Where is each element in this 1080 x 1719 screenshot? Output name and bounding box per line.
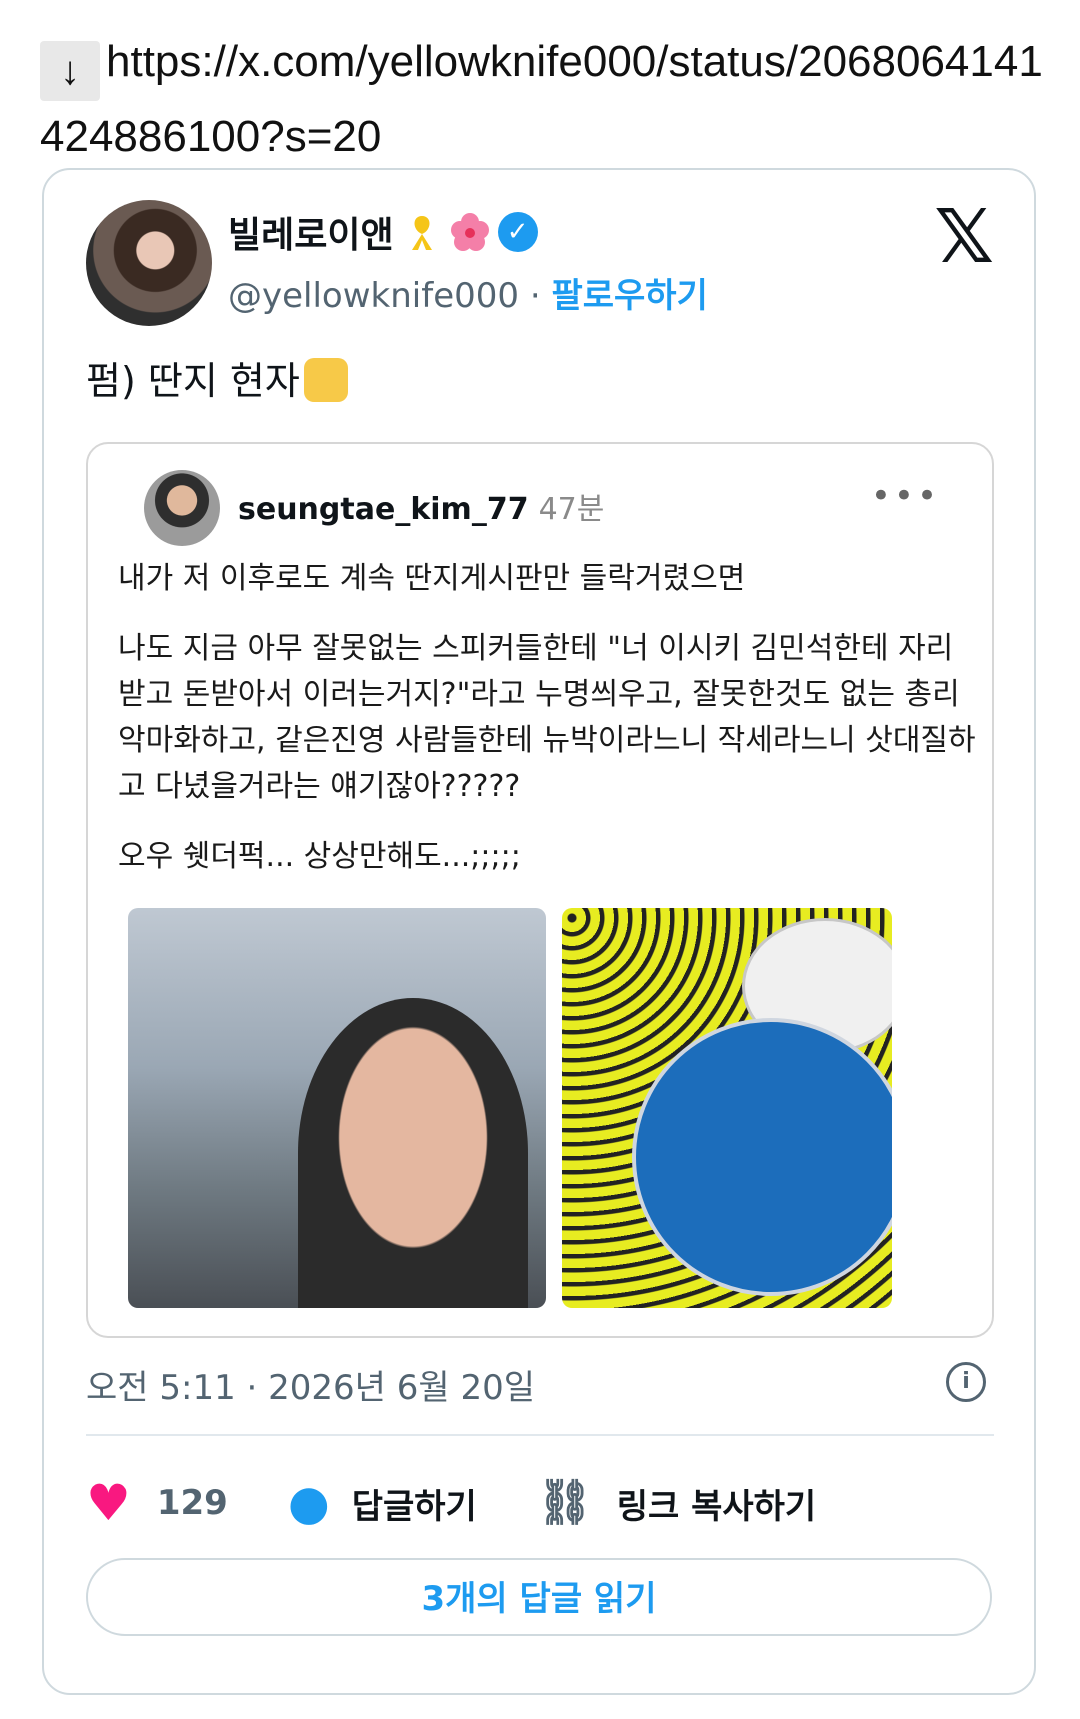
hibiscus-icon bbox=[450, 212, 490, 252]
quoted-post[interactable]: seungtae_kim_77 47분 ••• 내가 저 이후로도 계속 딴지게시… bbox=[86, 442, 994, 1338]
quoted-avatar[interactable] bbox=[144, 470, 220, 546]
read-replies-button[interactable]: 3개의 답글 읽기 bbox=[86, 1558, 992, 1636]
link-icon: ⛓ bbox=[536, 1477, 593, 1528]
like-count: 129 bbox=[156, 1483, 228, 1523]
copy-link-button[interactable]: ⛓ 링크 복사하기 bbox=[537, 1478, 816, 1528]
url-text[interactable]: https://x.com/yellowknife000/status/2068… bbox=[40, 37, 1043, 161]
verified-check-icon: ✓ bbox=[497, 212, 538, 252]
quoted-username[interactable]: seungtae_kim_77 bbox=[238, 492, 529, 527]
url-line[interactable]: ↓ https://x.com/yellowknife000/status/206… bbox=[40, 26, 1050, 173]
info-icon[interactable]: i bbox=[946, 1362, 986, 1402]
separator: · bbox=[529, 276, 541, 316]
author-display-name[interactable]: 빌레로이앤 bbox=[228, 206, 394, 258]
quoted-paragraph: 오우 쉣더퍽... 상상만해도...;;;;; bbox=[118, 839, 521, 874]
author-handle[interactable]: @yellowknife000 bbox=[228, 276, 519, 316]
author-name-row: 빌레로이앤 ✓ bbox=[228, 204, 538, 260]
reply-bubble-icon: ● bbox=[287, 1475, 330, 1531]
reply-label: 답글하기 bbox=[351, 1486, 477, 1527]
tweet-timestamp[interactable]: 오전 5:11 · 2026년 6월 20일 bbox=[86, 1360, 535, 1409]
tweet-text-content: 펌) 딴지 현자 bbox=[86, 359, 300, 403]
avatar[interactable] bbox=[86, 200, 212, 326]
download-arrow-icon: ↓ bbox=[40, 41, 100, 101]
more-options-icon[interactable]: ••• bbox=[871, 476, 940, 516]
action-bar: ♥ 129 ● 답글하기 ⛓ 링크 복사하기 bbox=[86, 1468, 994, 1538]
follow-button[interactable]: 팔로우하기 bbox=[551, 276, 707, 316]
tweet-text: 펌) 딴지 현자 bbox=[86, 350, 348, 405]
badge-photo[interactable] bbox=[562, 908, 892, 1308]
candle-badge bbox=[632, 1018, 892, 1296]
yellow-ribbon-icon bbox=[402, 212, 442, 252]
handle-row: @yellowknife000 · 팔로우하기 bbox=[228, 268, 708, 317]
quoted-body: 내가 저 이후로도 계속 딴지게시판만 들락거렸으면 나도 지금 아무 잘못없는… bbox=[118, 556, 978, 904]
quoted-time: 47분 bbox=[538, 492, 605, 527]
quoted-paragraph: 내가 저 이후로도 계속 딴지게시판만 들락거렸으면 bbox=[118, 561, 746, 596]
quoted-paragraph: 나도 지금 아무 잘못없는 스피커들한테 "너 이시키 김민석한테 자리받고 돈… bbox=[118, 631, 976, 804]
heart-icon: ♥ bbox=[86, 1474, 131, 1532]
copy-link-label: 링크 복사하기 bbox=[616, 1486, 817, 1527]
thumbs-up-icon bbox=[303, 358, 348, 402]
reply-button[interactable]: ● 답글하기 bbox=[288, 1478, 477, 1528]
quoted-user-row: seungtae_kim_77 47분 bbox=[238, 484, 604, 528]
x-logo-icon[interactable]: 𝕏 bbox=[934, 200, 994, 274]
selfie-photo[interactable] bbox=[128, 908, 546, 1308]
like-button[interactable]: ♥ 129 bbox=[86, 1478, 228, 1528]
tweet-card: 빌레로이앤 ✓ @yellowknife000 · 팔로우하기 𝕏 펌) 딴지 … bbox=[42, 168, 1036, 1695]
divider bbox=[86, 1434, 994, 1436]
selfie-face bbox=[298, 998, 528, 1308]
